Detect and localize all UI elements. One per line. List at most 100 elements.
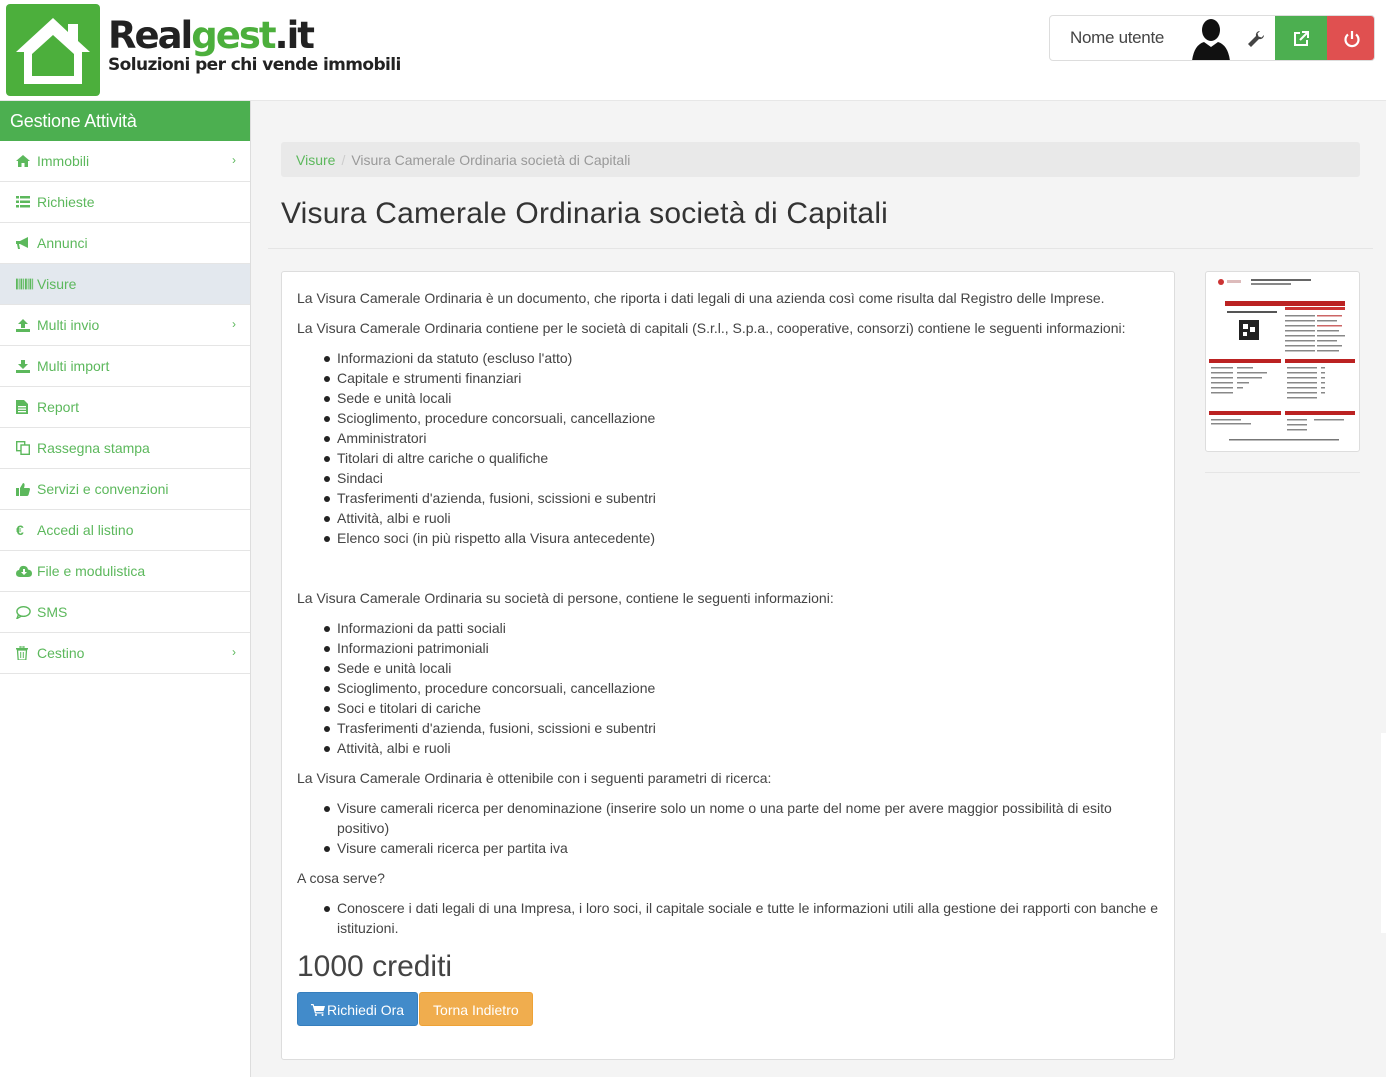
visura-preview-thumbnail[interactable] [1205,271,1360,452]
breadcrumb-separator: / [341,152,346,168]
user-silhouette-icon[interactable] [1188,16,1234,61]
list-icon [16,195,34,209]
sidebar-item-label: Cestino [37,645,85,661]
breadcrumb: Visure / Visura Camerale Ordinaria società… [281,142,1360,177]
sidebar-item-label: Multi invio [37,317,100,333]
list-item: Visure camerali ricerca per partita iva [324,838,1159,858]
list-item: Titolari di altre cariche o qualifiche [324,448,1159,468]
user-box: Nome utente [1049,15,1375,61]
serve-list: Conoscere i dati legali di una Impresa, … [324,898,1159,938]
persone-list: Informazioni da patti sociali Informazio… [324,618,1159,758]
edge-strip [1381,733,1386,933]
upload-icon [16,318,34,332]
sidebar-title: Gestione Attività [0,101,250,141]
action-buttons: Richiedi Ora Torna Indietro [297,992,1159,1026]
list-item: Trasferimenti d'azienda, fusioni, scissi… [324,488,1159,508]
download-icon [16,359,34,373]
ricerca-intro: La Visura Camerale Ordinaria è ottenibil… [297,770,772,786]
sidebar-item-servizi-convenzioni[interactable]: Servizi e convenzioni [0,469,250,510]
logo-name: Realgest.it [108,14,315,57]
sidebar-item-label: SMS [37,604,68,620]
sidebar-item-label: File e modulistica [37,563,146,579]
user-name[interactable]: Nome utente [1070,28,1164,48]
capitali-list: Informazioni da statuto (escluso l'atto)… [324,348,1159,548]
external-link-button[interactable] [1275,16,1327,60]
list-item: Scioglimento, procedure concorsuali, can… [324,408,1159,428]
sidebar-item-annunci[interactable]: Annunci [0,223,250,264]
breadcrumb-link-visure[interactable]: Visure [296,152,335,168]
cart-icon [311,1004,325,1016]
cloud-download-icon [16,564,34,578]
page-title: Visura Camerale Ordinaria società di Cap… [281,197,889,230]
house-logo-icon [6,4,100,96]
comment-icon [16,605,34,619]
sidebar-item-visure[interactable]: Visure [0,264,250,305]
sidebar-item-file-modulistica[interactable]: File e modulistica [0,551,250,592]
logout-button[interactable] [1327,16,1374,60]
chevron-right-icon: › [232,645,236,659]
sidebar-item-label: Multi import [37,358,110,374]
sidebar-item-label: Annunci [37,235,88,251]
divider [1205,472,1360,473]
list-item: Amministratori [324,428,1159,448]
sidebar-item-sms[interactable]: SMS [0,592,250,633]
sidebar-item-label: Servizi e convenzioni [37,481,169,497]
chevron-right-icon: › [232,317,236,331]
external-link-icon [1294,30,1309,46]
sidebar: Gestione Attività Immobili › Richieste A… [0,101,251,1077]
breadcrumb-current: Visura Camerale Ordinaria società di Cap… [351,152,631,168]
list-item: Soci e titolari di cariche [324,698,1159,718]
main-content: Visure / Visura Camerale Ordinaria società… [251,101,1386,1077]
list-item: Elenco soci (in più rispetto alla Visura… [324,528,1159,548]
sidebar-item-accedi-listino[interactable]: € Accedi al listino [0,510,250,551]
price-credits: 1000 crediti [297,950,453,983]
list-item: Informazioni da patti sociali [324,618,1159,638]
request-now-button[interactable]: Richiedi Ora [297,992,419,1026]
go-back-button[interactable]: Torna Indietro [419,992,533,1026]
description-panel: La Visura Camerale Ordinaria è un docume… [281,271,1175,1060]
copy-icon [16,441,34,455]
ricerca-list: Visure camerali ricerca per denominazion… [324,798,1159,858]
sidebar-item-label: Accedi al listino [37,522,134,538]
list-item: Visure camerali ricerca per denominazion… [324,798,1159,838]
sidebar-item-multi-invio[interactable]: Multi invio › [0,305,250,346]
sidebar-item-label: Richieste [37,194,95,210]
bullhorn-icon [16,236,34,250]
sidebar-item-label: Report [37,399,80,415]
file-icon [16,400,34,414]
list-item: Conoscere i dati legali di una Impresa, … [324,900,1159,936]
sidebar-item-label: Visure [37,276,77,292]
persone-intro: La Visura Camerale Ordinaria su società … [297,590,834,606]
serve-intro: A cosa serve? [297,870,385,886]
capitali-intro: La Visura Camerale Ordinaria contiene pe… [297,320,1126,336]
thumbs-up-icon [16,482,34,496]
sidebar-item-label: Immobili [37,153,90,169]
sidebar-item-rassegna-stampa[interactable]: Rassegna stampa [0,428,250,469]
power-icon [1343,30,1360,47]
list-item: Informazioni da statuto (escluso l'atto) [324,348,1159,368]
trash-icon [16,646,34,660]
list-item: Attività, albi e ruoli [324,738,1159,758]
sidebar-item-richieste[interactable]: Richieste [0,182,250,223]
top-header: Realgest.it Soluzioni per chi vende immo… [0,0,1386,101]
divider [268,248,1373,249]
intro-text: La Visura Camerale Ordinaria è un docume… [297,290,1105,306]
euro-icon: € [16,522,24,538]
sidebar-item-label: Rassegna stampa [37,440,150,456]
logo-tagline: Soluzioni per chi vende immobili [108,55,401,75]
wrench-icon[interactable] [1236,16,1276,60]
list-item: Sindaci [324,468,1159,488]
list-item: Sede e unità locali [324,658,1159,678]
sidebar-item-multi-import[interactable]: Multi import [0,346,250,387]
list-item: Attività, albi e ruoli [324,508,1159,528]
sidebar-item-immobili[interactable]: Immobili › [0,141,250,182]
list-item: Trasferimenti d'azienda, fusioni, scissi… [324,718,1159,738]
sidebar-item-report[interactable]: Report [0,387,250,428]
list-item: Scioglimento, procedure concorsuali, can… [324,678,1159,698]
document-preview-image [1209,275,1356,448]
sidebar-item-cestino[interactable]: Cestino › [0,633,250,674]
realgest-logo[interactable]: Realgest.it Soluzioni per chi vende immo… [6,4,436,96]
chevron-right-icon: › [232,153,236,167]
home-icon [16,154,34,168]
